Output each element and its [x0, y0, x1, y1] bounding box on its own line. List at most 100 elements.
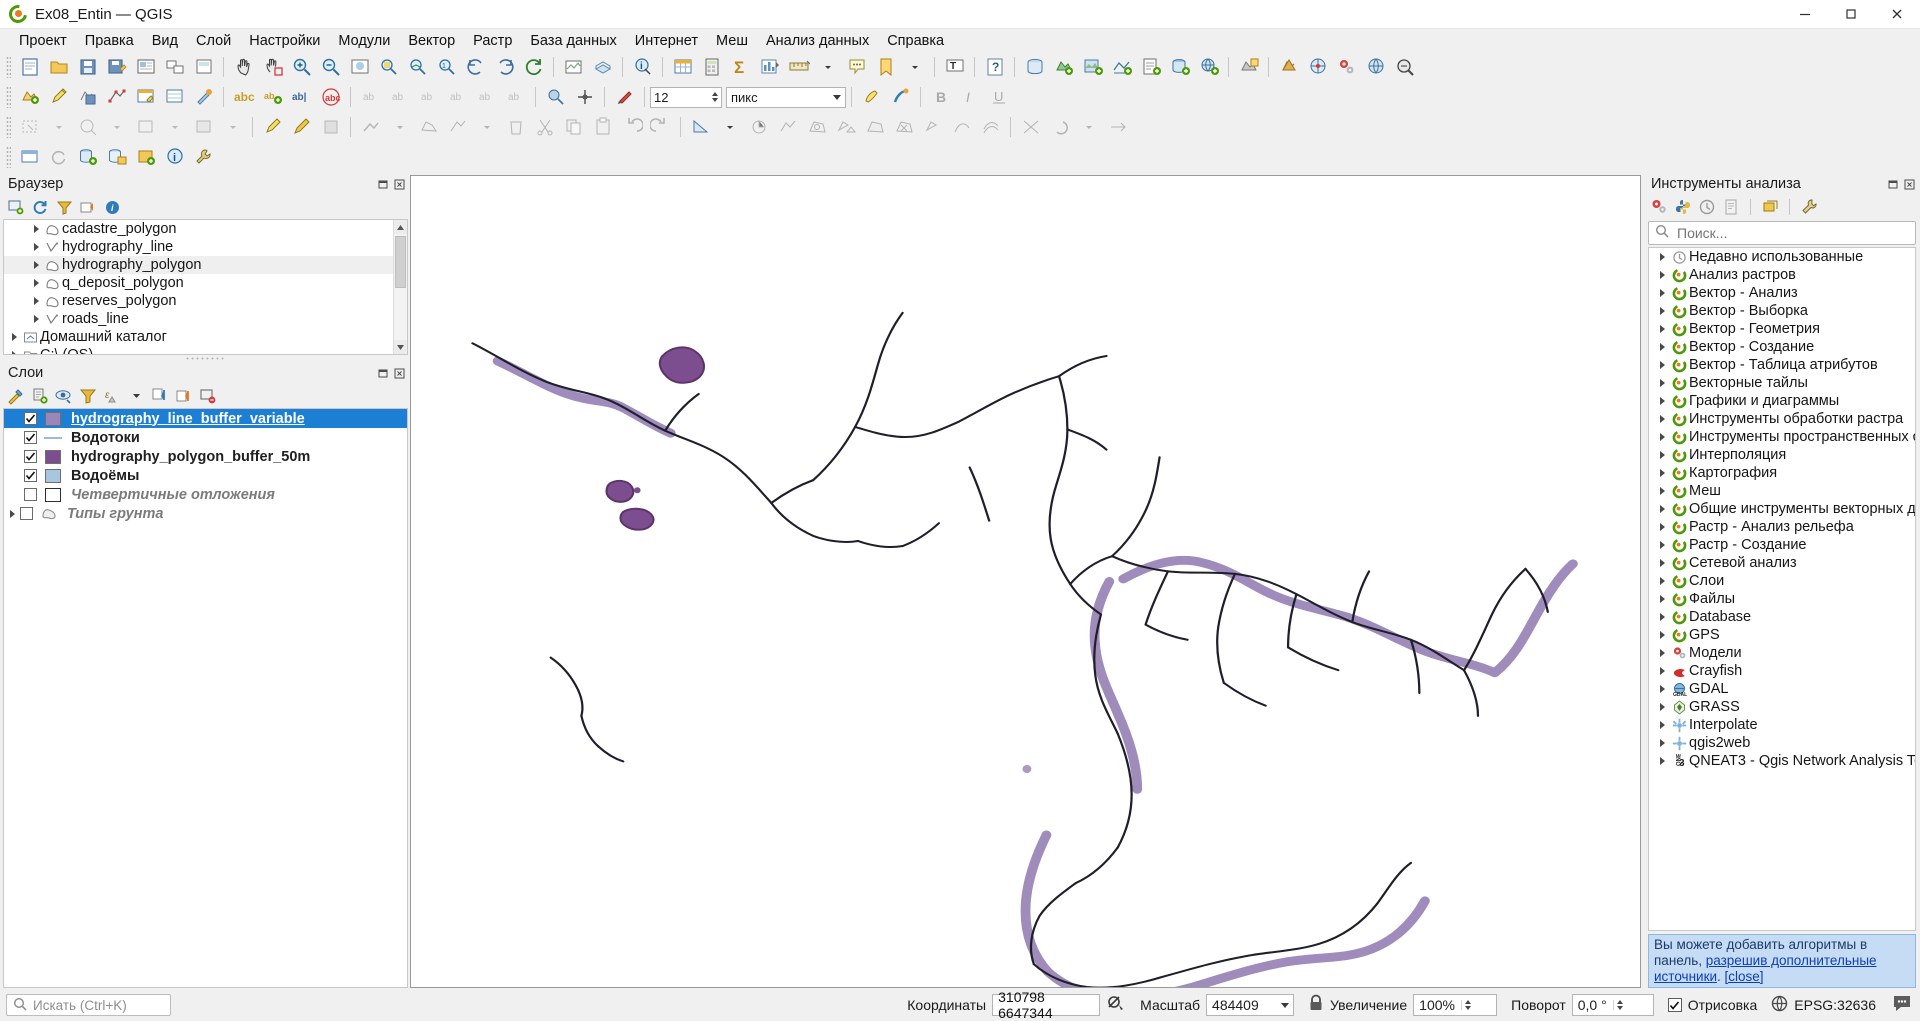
expand-arrow-icon[interactable] [8, 351, 20, 354]
menu-analiz-dannyh[interactable]: Анализ данных [757, 31, 878, 51]
data-source-manager-icon[interactable] [1021, 54, 1048, 80]
vertex-tool-dropdown-icon[interactable] [473, 114, 500, 140]
menu-vid[interactable]: Вид [143, 31, 187, 51]
remove-layer-icon[interactable] [198, 386, 218, 406]
expand-arrow-icon[interactable] [1655, 757, 1669, 765]
alg-group-files[interactable]: Файлы [1649, 590, 1915, 608]
alg-group-crayfish[interactable]: Crayfish [1649, 662, 1915, 680]
lock-icon[interactable] [1308, 994, 1324, 1016]
expand-arrow-icon[interactable] [1655, 379, 1669, 387]
georeferencer-icon[interactable] [1304, 54, 1331, 80]
minimize-button[interactable] [1782, 0, 1828, 29]
label-toolbar-6-icon[interactable]: ab [502, 84, 529, 110]
layer-item-chetvertichnye-otlozheniya[interactable]: Четвертичные отложения [4, 485, 407, 504]
layers-close-button[interactable] [393, 367, 406, 380]
new-project-icon[interactable] [16, 54, 43, 80]
alg-group-recent[interactable]: Недавно использованные [1649, 248, 1915, 266]
measure-area-dropdown-icon[interactable] [716, 114, 743, 140]
add-group-icon[interactable] [30, 386, 50, 406]
underline-label-icon[interactable]: U [985, 84, 1012, 110]
refresh-icon[interactable] [30, 197, 50, 217]
alg-group-vector-geometry[interactable]: Вектор - Геометрия [1649, 320, 1915, 338]
merge-dropdown-icon[interactable] [1075, 114, 1102, 140]
add-part-icon[interactable] [832, 114, 859, 140]
bookmarks-icon[interactable] [872, 54, 899, 80]
multi-edit-icon[interactable] [161, 84, 188, 110]
split-features-icon[interactable] [1017, 114, 1044, 140]
dropdown-arrow-icon[interactable] [126, 386, 146, 406]
expand-arrow-icon[interactable] [1655, 739, 1669, 747]
add-feature-dropdown-icon[interactable] [386, 114, 413, 140]
layer-visibility-checkbox[interactable] [24, 431, 37, 444]
rotate-features-icon[interactable] [745, 114, 772, 140]
add-wms-layer-icon[interactable] [1195, 54, 1222, 80]
new-3d-view-icon[interactable] [589, 54, 616, 80]
browser-item-hydrography-polygon[interactable]: hydrography_polygon [4, 256, 407, 274]
expand-arrow-icon[interactable] [1655, 595, 1669, 603]
coordinate-capture-icon[interactable] [1106, 993, 1126, 1017]
label-rotate-icon[interactable]: abc [317, 84, 344, 110]
add-line-feature-icon[interactable] [357, 114, 384, 140]
refresh-table-icon[interactable] [45, 144, 72, 170]
menu-mesh[interactable]: Меш [707, 31, 757, 51]
expand-arrow-icon[interactable] [30, 297, 42, 305]
qgis-globe-icon[interactable] [1362, 54, 1389, 80]
alg-group-models[interactable]: Модели [1649, 644, 1915, 662]
expand-arrow-icon[interactable] [1655, 523, 1669, 531]
expand-arrow-icon[interactable] [1655, 577, 1669, 585]
map-magnify-icon[interactable] [1391, 54, 1418, 80]
select-features-dropdown-icon[interactable] [45, 114, 72, 140]
save-layer-edits-icon[interactable] [74, 84, 101, 110]
processing-toolbox-icon[interactable] [1333, 54, 1360, 80]
expand-arrow-icon[interactable] [30, 315, 42, 323]
add-db-layer-icon[interactable] [103, 144, 130, 170]
scroll-thumb[interactable] [395, 236, 406, 288]
expand-arrow-icon[interactable] [1655, 307, 1669, 315]
menu-vektor[interactable]: Вектор [399, 31, 464, 51]
alg-group-raster-terrain-analysis[interactable]: Растр - Анализ рельефа [1649, 518, 1915, 536]
vertex-tool-icon[interactable] [103, 84, 130, 110]
add-raster-layer-icon[interactable] [1079, 54, 1106, 80]
menu-pravka[interactable]: Правка [76, 31, 143, 51]
paste-features-icon[interactable] [589, 114, 616, 140]
select-features-icon[interactable] [16, 114, 43, 140]
select-by-expression-dropdown-icon[interactable] [103, 114, 130, 140]
expand-arrow-icon[interactable] [1655, 397, 1669, 405]
layer-item-hydrography-polygon-buffer-50m[interactable]: hydrography_polygon_buffer_50m [4, 447, 407, 466]
pin-labels-icon[interactable] [542, 84, 569, 110]
expand-arrow-icon[interactable] [1655, 631, 1669, 639]
expand-arrow-icon[interactable] [1655, 415, 1669, 423]
locator-search-box[interactable]: Искать (Ctrl+K) [6, 994, 171, 1016]
processing-algorithm-tree[interactable]: Недавно использованные Анализ растров Ве… [1648, 247, 1916, 931]
expand-arrow-icon[interactable] [8, 333, 20, 341]
rotation-spin[interactable]: 0,0 ° [1571, 994, 1654, 1016]
model-icon[interactable] [1649, 197, 1669, 217]
italic-label-icon[interactable]: I [956, 84, 983, 110]
menu-baza-dannyh[interactable]: База данных [521, 31, 625, 51]
expand-arrow-icon[interactable] [1655, 361, 1669, 369]
layers-float-button[interactable] [377, 367, 390, 380]
zoom-selection-icon[interactable] [375, 54, 402, 80]
reverse-line-icon[interactable] [1104, 114, 1131, 140]
layer-expand-icon[interactable] [4, 510, 20, 518]
alg-group-database[interactable]: Database [1649, 608, 1915, 626]
toolbar-handle-3[interactable] [6, 116, 11, 138]
expand-arrow-icon[interactable] [1655, 703, 1669, 711]
menu-rastr[interactable]: Растр [464, 31, 521, 51]
select-by-expression-icon[interactable] [74, 114, 101, 140]
label-units-combo[interactable]: пикс [726, 86, 846, 108]
expand-arrow-icon[interactable] [1655, 541, 1669, 549]
alg-group-gdal[interactable]: GDAL GDAL [1649, 680, 1915, 698]
python-icon[interactable] [1673, 197, 1693, 217]
notice-close-link[interactable]: [close] [1725, 969, 1764, 984]
zoom-out-icon[interactable] [317, 54, 344, 80]
expand-arrow-icon[interactable] [1655, 487, 1669, 495]
label-toolbar-3-icon[interactable]: ab [415, 84, 442, 110]
scroll-down-icon[interactable] [394, 340, 407, 354]
alg-group-mesh[interactable]: Меш [1649, 482, 1915, 500]
crs-label[interactable]: EPSG:32636 [1794, 997, 1876, 1013]
add-ring-icon[interactable] [803, 114, 830, 140]
open-attribute-table-2-icon[interactable] [16, 144, 43, 170]
alg-group-qgis2web[interactable]: qgis2web [1649, 734, 1915, 752]
browser-float-button[interactable] [377, 178, 390, 191]
